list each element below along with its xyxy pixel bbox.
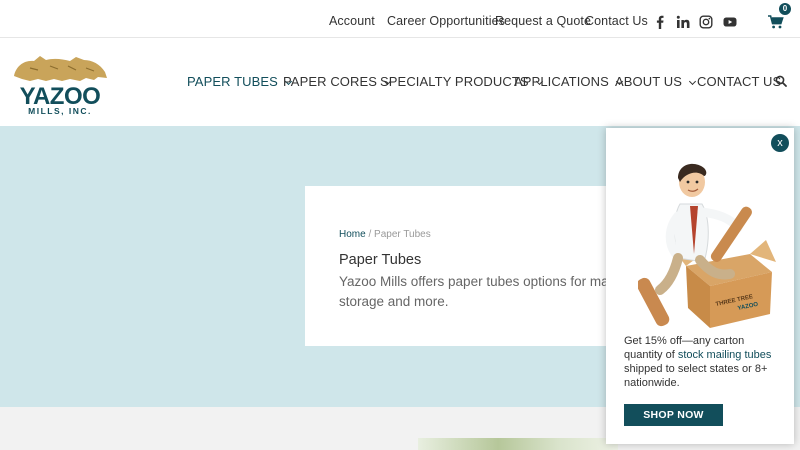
nav-paper-tubes[interactable]: PAPER TUBES	[187, 74, 292, 89]
nav-paper-tubes-label: PAPER TUBES	[187, 74, 278, 89]
promo-text-details: shipped to select states or 8+ nationwid…	[624, 363, 768, 389]
instagram-icon[interactable]	[699, 15, 713, 29]
shop-now-button[interactable]: SHOP NOW	[624, 404, 723, 426]
nav-applications-label: APPLICATIONS	[514, 74, 609, 89]
yazoo-mills-logo[interactable]: YAZOO MILLS, INC.	[10, 48, 110, 116]
logo-emblem	[14, 56, 107, 81]
nav-contact-us-label: CONTACT US	[697, 74, 782, 89]
nav-about-us-label: ABOUT US	[615, 74, 683, 89]
close-popup-button[interactable]: x	[771, 134, 789, 152]
product-image	[418, 438, 618, 450]
page-description: Yazoo Mills offers paper tubes options f…	[339, 274, 637, 309]
cart-icon[interactable]	[768, 15, 784, 29]
page-intro-card: Home / Paper Tubes Paper Tubes Yazoo Mil…	[305, 186, 636, 346]
promo-text: Get 15% off—any carton quantity of stock…	[624, 334, 784, 390]
breadcrumb-separator: /	[368, 229, 372, 240]
nav-specialty-products-label: SPECIALTY PRODUCTS	[380, 74, 529, 89]
main-header: YAZOO MILLS, INC. PAPER TUBES PAPER CORE…	[0, 38, 800, 126]
top-utility-bar: Account Career Opportunities Request a Q…	[0, 0, 800, 38]
career-opportunities-link[interactable]: Career Opportunities	[387, 14, 505, 28]
breadcrumb: Home / Paper Tubes	[339, 229, 431, 240]
nav-applications[interactable]: APPLICATIONS	[514, 74, 623, 89]
mascot-illustration: THREE TREE YAZOO	[638, 163, 776, 328]
breadcrumb-home-link[interactable]: Home	[339, 229, 366, 240]
nav-about-us[interactable]: ABOUT US	[615, 74, 697, 89]
account-link[interactable]: Account	[329, 14, 375, 28]
contact-us-link[interactable]: Contact Us	[585, 14, 648, 28]
promo-popup: x THREE TREE YAZOO Get 15% off—any carto…	[606, 128, 794, 444]
youtube-icon[interactable]	[723, 15, 737, 29]
cart-count-badge: 0	[779, 3, 791, 15]
chevron-down-icon	[688, 77, 697, 86]
breadcrumb-current: Paper Tubes	[374, 229, 431, 240]
nav-paper-cores-label: PAPER CORES	[283, 74, 378, 89]
nav-paper-cores[interactable]: PAPER CORES	[283, 74, 392, 89]
linkedin-icon[interactable]	[676, 15, 690, 29]
facebook-icon[interactable]	[653, 15, 667, 29]
page-title: Paper Tubes	[339, 252, 422, 268]
request-quote-link[interactable]: Request a Quote	[495, 14, 591, 28]
search-icon[interactable]	[775, 75, 787, 87]
stock-mailing-tubes-link[interactable]: stock mailing tubes	[678, 349, 772, 361]
nav-contact-us[interactable]: CONTACT US	[697, 74, 781, 89]
logo-subtitle: MILLS, INC.	[28, 106, 92, 116]
